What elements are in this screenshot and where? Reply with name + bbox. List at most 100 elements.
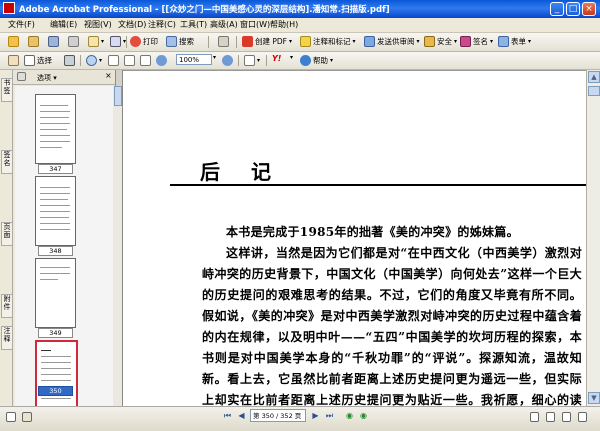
page-thumbnail-selected[interactable] xyxy=(35,340,78,412)
close-panel-icon[interactable]: × xyxy=(105,71,112,80)
zoom-in-icon xyxy=(222,55,233,66)
secure-label: 安全 xyxy=(437,37,452,46)
sign-button[interactable]: 签名 ▾ xyxy=(460,36,493,47)
page-number-field[interactable]: 第 350 / 352 页 xyxy=(250,409,306,422)
zoom-icon xyxy=(86,55,97,66)
print-label: 打印 xyxy=(143,37,158,46)
thumbnail-scrollbar[interactable] xyxy=(114,86,122,406)
scroll-down-arrow[interactable]: ▼ xyxy=(588,392,600,404)
menu-help[interactable]: 帮助(H) xyxy=(270,19,298,30)
zoom-out-icon xyxy=(156,55,167,66)
print-doc-button[interactable]: 打印 xyxy=(130,36,158,47)
search-button[interactable]: 搜索 xyxy=(166,36,194,47)
document-scrollbar[interactable]: ▲ ▼ xyxy=(586,70,600,406)
secure-button[interactable]: 安全 ▾ xyxy=(424,36,457,47)
hand-tool-button[interactable] xyxy=(8,55,19,66)
continuous-facing-icon[interactable] xyxy=(578,412,587,425)
continuous-icon[interactable] xyxy=(546,412,555,425)
page-thumbnail[interactable] xyxy=(35,258,76,328)
chevron-down-icon: ▾ xyxy=(330,57,334,64)
yahoo-dropdown[interactable]: ▾ xyxy=(290,54,293,61)
page-thumbnail[interactable] xyxy=(35,176,76,246)
select-tool-label: 选择 xyxy=(37,56,52,65)
forms-button[interactable]: 表单 ▾ xyxy=(498,36,531,47)
menu-tools[interactable]: 工具(T) xyxy=(180,19,207,30)
tab-comments[interactable]: 注释 xyxy=(1,326,13,350)
next-page-button[interactable]: ▶ xyxy=(310,410,321,421)
tab-pages[interactable]: 页面 xyxy=(1,222,13,246)
menu-file[interactable]: 文件(F) xyxy=(8,19,35,30)
chevron-down-icon: ▾ xyxy=(101,38,105,45)
view-options-icon[interactable] xyxy=(22,412,32,425)
tab-signatures[interactable]: 签名 xyxy=(1,150,13,174)
go-forward-button[interactable]: ◉ xyxy=(358,410,369,421)
thumbnail-page-number: 349 xyxy=(38,328,73,338)
comment-markup-button[interactable]: 注释和标记 ▾ xyxy=(300,36,356,47)
page-thumbnail[interactable] xyxy=(35,94,76,164)
fit-width-button[interactable] xyxy=(140,55,151,66)
zoom-level-field[interactable]: 100% xyxy=(176,54,212,65)
attach-button[interactable]: ▾ xyxy=(110,36,126,47)
organizer-button[interactable] xyxy=(28,36,39,47)
print-button[interactable] xyxy=(68,36,79,47)
create-pdf-button[interactable]: 创建 PDF ▾ xyxy=(242,36,292,47)
facing-icon[interactable] xyxy=(562,412,571,425)
open-button[interactable] xyxy=(8,36,19,47)
toolbar-separator xyxy=(80,55,81,66)
snapshot-button[interactable] xyxy=(64,55,75,66)
zoom-in-button[interactable] xyxy=(222,55,233,66)
menu-edit[interactable]: 编辑(E) xyxy=(50,19,77,30)
fit-page-button[interactable] xyxy=(124,55,135,66)
menu-bar: 文件(F) 编辑(E) 视图(V) 文档(D) 注释(C) 工具(T) 高级(A… xyxy=(0,18,600,33)
last-page-button[interactable]: ⏭ xyxy=(324,410,335,421)
tab-bookmarks[interactable]: 书签 xyxy=(1,78,13,102)
zoom-dropdown[interactable]: ▾ xyxy=(213,54,216,61)
first-page-button[interactable]: ⏮ xyxy=(222,410,233,421)
go-back-button[interactable]: ◉ xyxy=(344,410,355,421)
chevron-down-icon: ▾ xyxy=(416,38,420,45)
chevron-down-icon: ▾ xyxy=(99,57,103,64)
previous-page-button[interactable]: ◀ xyxy=(236,410,247,421)
acrobat-app-icon xyxy=(3,2,15,14)
maximize-button[interactable]: □ xyxy=(566,2,580,16)
toolbar-separator xyxy=(236,36,237,48)
menu-comments[interactable]: 注释(C) xyxy=(148,19,176,30)
scroll-thumb[interactable] xyxy=(588,86,600,96)
page-size-icon[interactable] xyxy=(6,412,16,425)
zoom-out-button[interactable] xyxy=(156,55,167,66)
yahoo-icon: Y! xyxy=(272,54,282,63)
email-button[interactable]: ▾ xyxy=(88,36,104,47)
actual-size-icon xyxy=(108,55,119,66)
menu-view[interactable]: 视图(V) xyxy=(84,19,112,30)
help-button[interactable]: 帮助 ▾ xyxy=(300,55,333,66)
select-tool-button[interactable]: 选择 xyxy=(24,55,52,66)
snapshot-icon xyxy=(64,55,75,66)
menu-advanced[interactable]: 高级(A) xyxy=(210,19,238,30)
zoom-tool-button[interactable]: ▾ xyxy=(86,55,102,66)
scroll-up-arrow[interactable]: ▲ xyxy=(588,71,600,83)
close-button[interactable]: × xyxy=(582,2,596,16)
sign-label: 签名 xyxy=(473,37,488,46)
select-text-icon xyxy=(24,55,35,66)
menu-document[interactable]: 文档(D) xyxy=(118,19,146,30)
camera-button[interactable] xyxy=(218,36,229,47)
yahoo-button[interactable]: Y! xyxy=(272,54,281,63)
single-page-icon[interactable] xyxy=(530,412,539,425)
tab-attachments[interactable]: 附件 xyxy=(1,294,13,318)
toolbar-separator xyxy=(126,36,127,48)
scroll-up-arrow[interactable] xyxy=(114,86,122,106)
page-heading: 后 记 xyxy=(200,160,283,184)
lock-icon xyxy=(424,36,435,47)
send-review-button[interactable]: 发送供审阅 ▾ xyxy=(364,36,420,47)
thumbnail-list: 347 348 349 350 xyxy=(15,86,113,412)
delete-page-icon[interactable] xyxy=(17,72,26,84)
minimize-button[interactable]: _ xyxy=(550,2,564,16)
toolbar-separator xyxy=(266,55,267,66)
chevron-down-icon: ▾ xyxy=(490,38,494,45)
rotate-button[interactable]: ▾ xyxy=(244,55,260,66)
save-button[interactable] xyxy=(48,36,59,47)
chevron-down-icon: ▾ xyxy=(454,38,458,45)
menu-window[interactable]: 窗口(W) xyxy=(240,19,270,30)
options-menu[interactable]: 选项 ▾ xyxy=(37,73,57,83)
actual-size-button[interactable] xyxy=(108,55,119,66)
